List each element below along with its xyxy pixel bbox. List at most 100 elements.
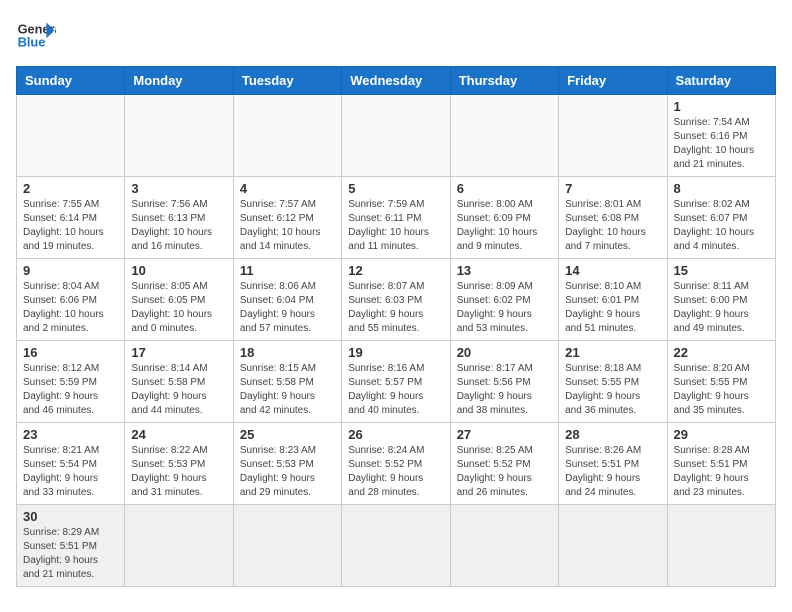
- day-info: Sunrise: 8:06 AM Sunset: 6:04 PM Dayligh…: [240, 280, 335, 336]
- day-info: Sunrise: 8:23 AM Sunset: 5:53 PM Dayligh…: [240, 444, 335, 500]
- calendar-cell: 20 Sunrise: 8:17 AM Sunset: 5:56 PM Dayli…: [450, 341, 558, 423]
- calendar-cell: 17 Sunrise: 8:14 AM Sunset: 5:58 PM Dayli…: [125, 341, 233, 423]
- day-info: Sunrise: 7:56 AM Sunset: 6:13 PM Dayligh…: [131, 198, 226, 254]
- day-info: Sunrise: 8:26 AM Sunset: 5:51 PM Dayligh…: [565, 444, 660, 500]
- day-info: Sunrise: 7:57 AM Sunset: 6:12 PM Dayligh…: [240, 198, 335, 254]
- logo: General Blue: [16, 16, 56, 56]
- calendar-cell: 25 Sunrise: 8:23 AM Sunset: 5:53 PM Dayli…: [233, 423, 341, 505]
- calendar-cell: 8 Sunrise: 8:02 AM Sunset: 6:07 PM Daylig…: [667, 177, 775, 259]
- calendar-cell: [125, 505, 233, 587]
- day-number: 15: [674, 263, 769, 278]
- calendar-row-1: 2Sunrise: 7:55 AM Sunset: 6:14 PM Daylig…: [17, 177, 776, 259]
- calendar-cell: 11 Sunrise: 8:06 AM Sunset: 6:04 PM Dayli…: [233, 259, 341, 341]
- calendar-cell: 5 Sunrise: 7:59 AM Sunset: 6:11 PM Daylig…: [342, 177, 450, 259]
- day-number: 10: [131, 263, 226, 278]
- calendar-row-5: 30Sunrise: 8:29 AM Sunset: 5:51 PM Dayli…: [17, 505, 776, 587]
- weekday-header-sunday: Sunday: [17, 67, 125, 95]
- calendar: SundayMondayTuesdayWednesdayThursdayFrid…: [16, 66, 776, 587]
- calendar-cell: [450, 95, 558, 177]
- day-info: Sunrise: 8:01 AM Sunset: 6:08 PM Dayligh…: [565, 198, 660, 254]
- day-number: 4: [240, 181, 335, 196]
- calendar-cell: 12Sunrise: 8:07 AM Sunset: 6:03 PM Dayli…: [342, 259, 450, 341]
- day-number: 2: [23, 181, 118, 196]
- calendar-cell: [17, 95, 125, 177]
- calendar-cell: 27 Sunrise: 8:25 AM Sunset: 5:52 PM Dayli…: [450, 423, 558, 505]
- calendar-cell: [450, 505, 558, 587]
- day-number: 17: [131, 345, 226, 360]
- calendar-cell: 1 Sunrise: 7:54 AM Sunset: 6:16 PM Daylig…: [667, 95, 775, 177]
- calendar-cell: 15 Sunrise: 8:11 AM Sunset: 6:00 PM Dayli…: [667, 259, 775, 341]
- calendar-cell: [667, 505, 775, 587]
- calendar-row-4: 23 Sunrise: 8:21 AM Sunset: 5:54 PM Dayli…: [17, 423, 776, 505]
- day-number: 5: [348, 181, 443, 196]
- day-info: Sunrise: 8:10 AM Sunset: 6:01 PM Dayligh…: [565, 280, 660, 336]
- calendar-row-2: 9 Sunrise: 8:04 AM Sunset: 6:06 PM Daylig…: [17, 259, 776, 341]
- day-number: 27: [457, 427, 552, 442]
- day-info: Sunrise: 8:05 AM Sunset: 6:05 PM Dayligh…: [131, 280, 226, 336]
- calendar-cell: [125, 95, 233, 177]
- weekday-header-row: SundayMondayTuesdayWednesdayThursdayFrid…: [17, 67, 776, 95]
- weekday-header-saturday: Saturday: [667, 67, 775, 95]
- day-info: Sunrise: 8:25 AM Sunset: 5:52 PM Dayligh…: [457, 444, 552, 500]
- day-info: Sunrise: 8:07 AM Sunset: 6:03 PM Dayligh…: [348, 280, 443, 336]
- weekday-header-monday: Monday: [125, 67, 233, 95]
- day-number: 11: [240, 263, 335, 278]
- day-number: 13: [457, 263, 552, 278]
- day-number: 16: [23, 345, 118, 360]
- calendar-cell: 18 Sunrise: 8:15 AM Sunset: 5:58 PM Dayli…: [233, 341, 341, 423]
- day-number: 20: [457, 345, 552, 360]
- weekday-header-thursday: Thursday: [450, 67, 558, 95]
- day-info: Sunrise: 8:09 AM Sunset: 6:02 PM Dayligh…: [457, 280, 552, 336]
- calendar-cell: 3 Sunrise: 7:56 AM Sunset: 6:13 PM Daylig…: [125, 177, 233, 259]
- day-number: 26: [348, 427, 443, 442]
- weekday-header-tuesday: Tuesday: [233, 67, 341, 95]
- day-info: Sunrise: 8:14 AM Sunset: 5:58 PM Dayligh…: [131, 362, 226, 418]
- day-number: 18: [240, 345, 335, 360]
- day-info: Sunrise: 8:15 AM Sunset: 5:58 PM Dayligh…: [240, 362, 335, 418]
- day-number: 3: [131, 181, 226, 196]
- calendar-cell: 22Sunrise: 8:20 AM Sunset: 5:55 PM Dayli…: [667, 341, 775, 423]
- day-info: Sunrise: 7:59 AM Sunset: 6:11 PM Dayligh…: [348, 198, 443, 254]
- calendar-cell: 2Sunrise: 7:55 AM Sunset: 6:14 PM Daylig…: [17, 177, 125, 259]
- day-number: 28: [565, 427, 660, 442]
- calendar-cell: [559, 95, 667, 177]
- calendar-cell: 24Sunrise: 8:22 AM Sunset: 5:53 PM Dayli…: [125, 423, 233, 505]
- day-number: 19: [348, 345, 443, 360]
- day-info: Sunrise: 8:18 AM Sunset: 5:55 PM Dayligh…: [565, 362, 660, 418]
- day-number: 29: [674, 427, 769, 442]
- day-info: Sunrise: 8:17 AM Sunset: 5:56 PM Dayligh…: [457, 362, 552, 418]
- calendar-row-0: 1 Sunrise: 7:54 AM Sunset: 6:16 PM Daylig…: [17, 95, 776, 177]
- day-number: 8: [674, 181, 769, 196]
- calendar-cell: 14 Sunrise: 8:10 AM Sunset: 6:01 PM Dayli…: [559, 259, 667, 341]
- day-info: Sunrise: 8:00 AM Sunset: 6:09 PM Dayligh…: [457, 198, 552, 254]
- calendar-cell: 7Sunrise: 8:01 AM Sunset: 6:08 PM Daylig…: [559, 177, 667, 259]
- calendar-row-3: 16Sunrise: 8:12 AM Sunset: 5:59 PM Dayli…: [17, 341, 776, 423]
- calendar-cell: 28 Sunrise: 8:26 AM Sunset: 5:51 PM Dayli…: [559, 423, 667, 505]
- day-info: Sunrise: 8:22 AM Sunset: 5:53 PM Dayligh…: [131, 444, 226, 500]
- day-info: Sunrise: 8:28 AM Sunset: 5:51 PM Dayligh…: [674, 444, 769, 500]
- day-info: Sunrise: 8:24 AM Sunset: 5:52 PM Dayligh…: [348, 444, 443, 500]
- day-number: 25: [240, 427, 335, 442]
- calendar-cell: 16Sunrise: 8:12 AM Sunset: 5:59 PM Dayli…: [17, 341, 125, 423]
- day-number: 9: [23, 263, 118, 278]
- svg-text:Blue: Blue: [18, 34, 46, 49]
- calendar-cell: [342, 95, 450, 177]
- day-info: Sunrise: 8:20 AM Sunset: 5:55 PM Dayligh…: [674, 362, 769, 418]
- day-info: Sunrise: 8:16 AM Sunset: 5:57 PM Dayligh…: [348, 362, 443, 418]
- day-number: 23: [23, 427, 118, 442]
- day-info: Sunrise: 8:29 AM Sunset: 5:51 PM Dayligh…: [23, 526, 118, 582]
- calendar-cell: 29 Sunrise: 8:28 AM Sunset: 5:51 PM Dayli…: [667, 423, 775, 505]
- day-info: Sunrise: 8:04 AM Sunset: 6:06 PM Dayligh…: [23, 280, 118, 336]
- day-info: Sunrise: 8:02 AM Sunset: 6:07 PM Dayligh…: [674, 198, 769, 254]
- day-number: 6: [457, 181, 552, 196]
- calendar-cell: 10 Sunrise: 8:05 AM Sunset: 6:05 PM Dayli…: [125, 259, 233, 341]
- calendar-cell: [559, 505, 667, 587]
- day-number: 14: [565, 263, 660, 278]
- weekday-header-friday: Friday: [559, 67, 667, 95]
- calendar-cell: 26 Sunrise: 8:24 AM Sunset: 5:52 PM Dayli…: [342, 423, 450, 505]
- day-number: 1: [674, 99, 769, 114]
- weekday-header-wednesday: Wednesday: [342, 67, 450, 95]
- day-info: Sunrise: 7:54 AM Sunset: 6:16 PM Dayligh…: [674, 116, 769, 172]
- day-info: Sunrise: 8:11 AM Sunset: 6:00 PM Dayligh…: [674, 280, 769, 336]
- day-info: Sunrise: 8:21 AM Sunset: 5:54 PM Dayligh…: [23, 444, 118, 500]
